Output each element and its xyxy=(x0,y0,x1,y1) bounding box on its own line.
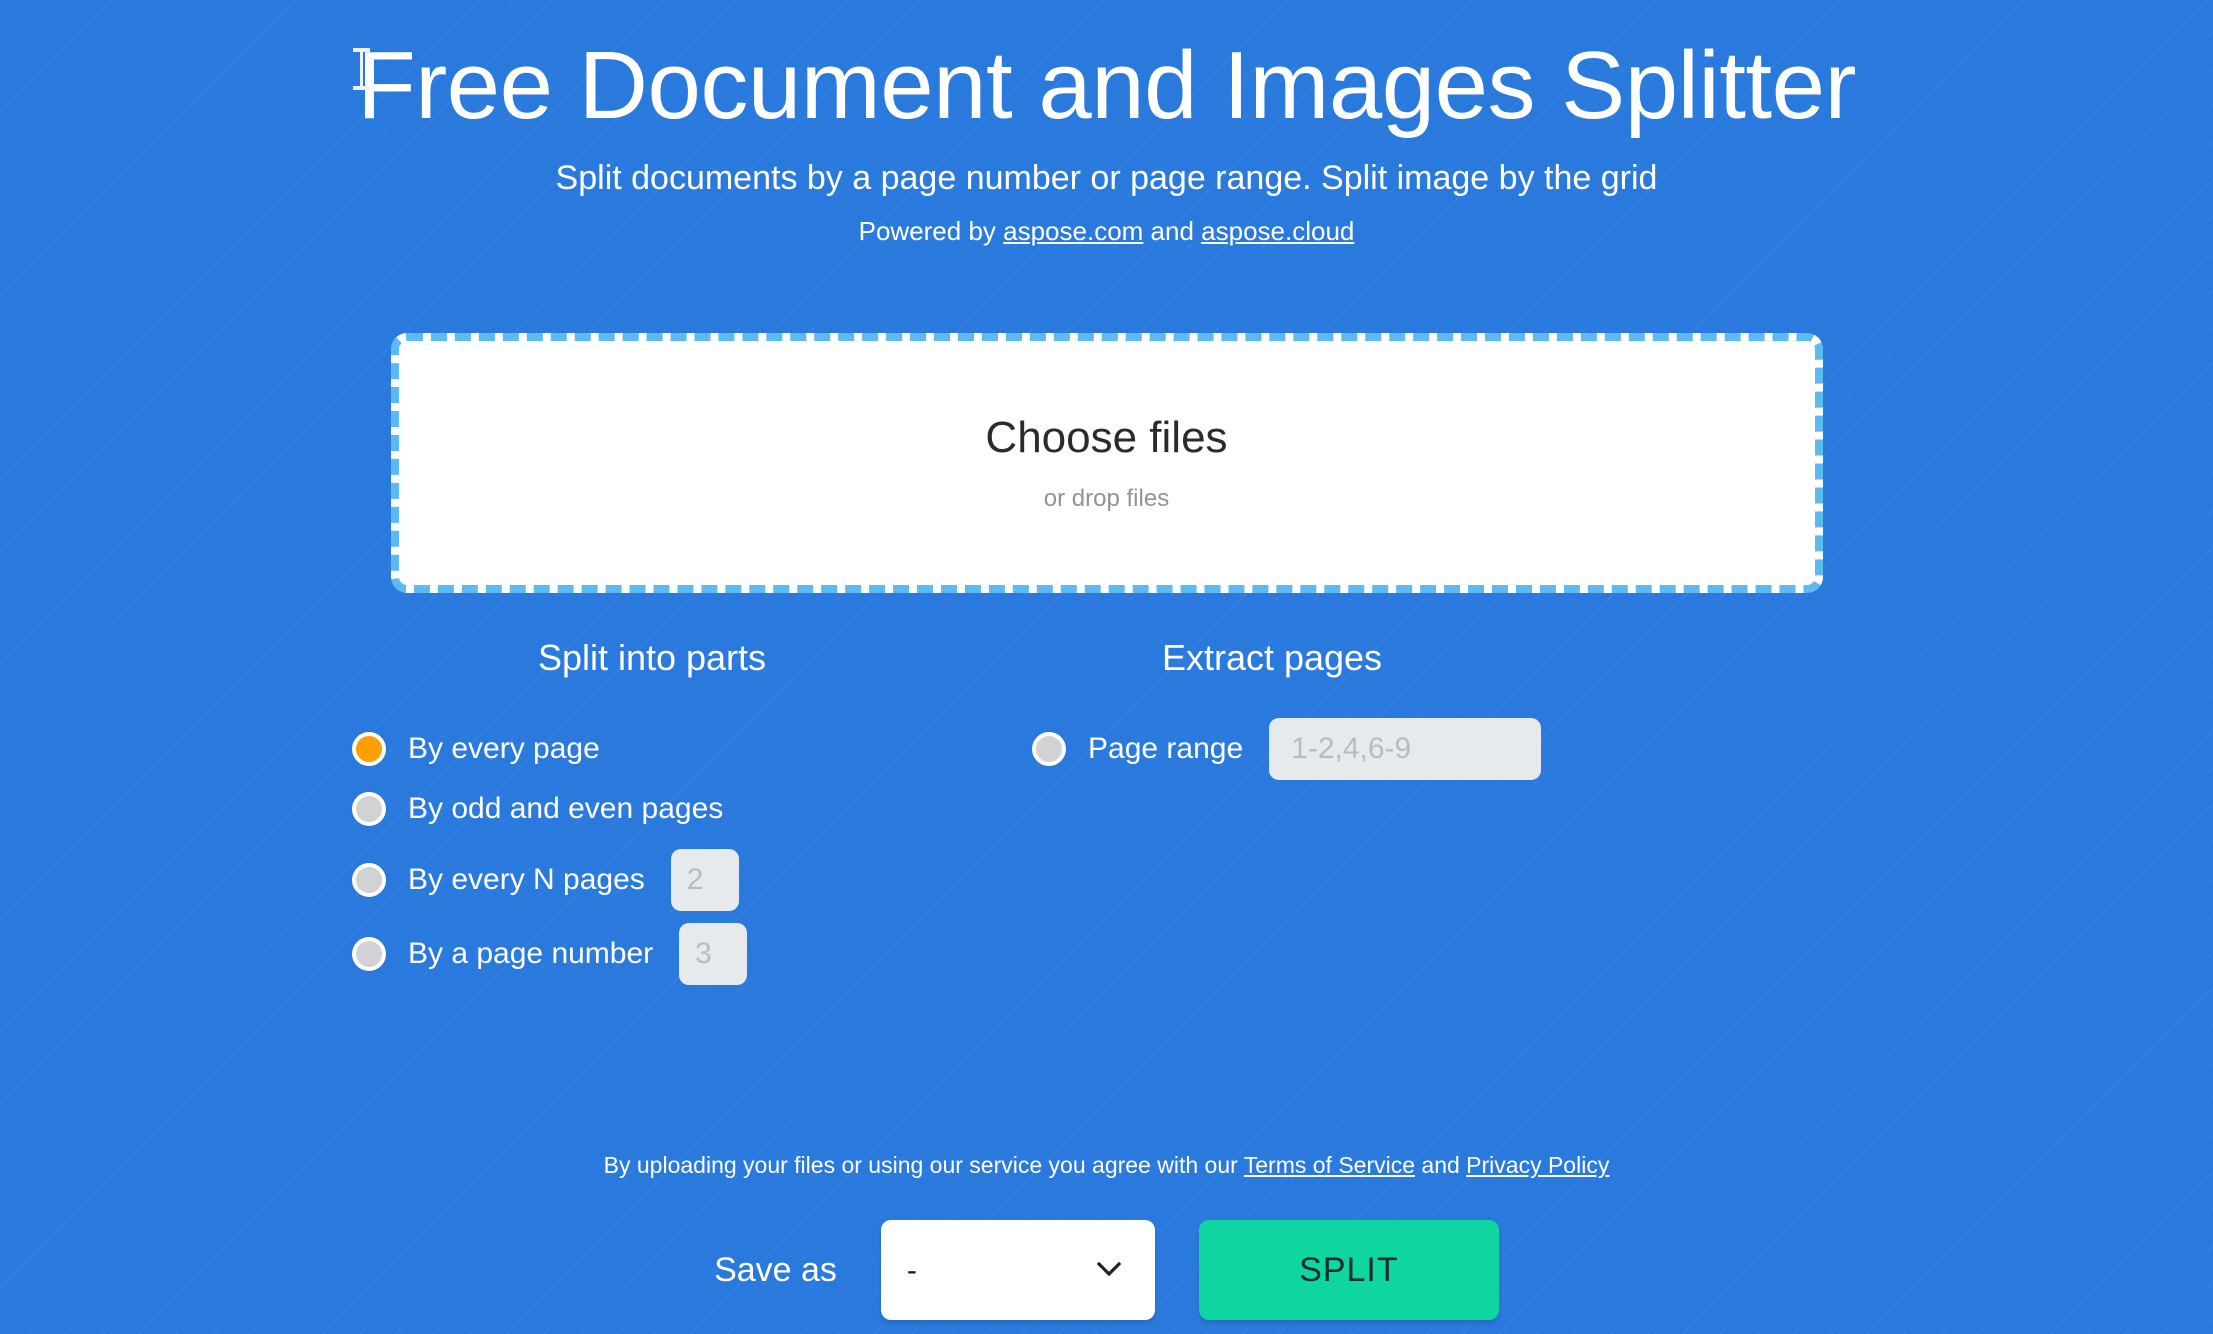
powered-by-prefix: Powered by xyxy=(858,215,1004,246)
bottom-action-bar: Save as - SPLIT Google Sheets Mail Merge xyxy=(0,1206,2213,1334)
radio-icon-by-every-n-pages[interactable] xyxy=(352,862,386,897)
extract-pages-section: Extract pages Page range xyxy=(1022,637,1682,991)
radio-label-by-a-page-number[interactable]: By a page number xyxy=(408,937,653,971)
radio-option-by-odd-and-even-pages[interactable]: By odd and even pages xyxy=(352,783,1022,835)
radio-label-page-range[interactable]: Page range xyxy=(1088,732,1243,766)
radio-label-by-every-n-pages[interactable]: By every N pages xyxy=(408,863,645,897)
terms-prefix: By uploading your files or using our ser… xyxy=(603,1152,1244,1178)
page-subtitle: Split documents by a page number or page… xyxy=(555,158,1658,197)
radio-option-by-a-page-number[interactable]: By a page number xyxy=(352,917,1022,991)
page-number-input[interactable] xyxy=(679,922,748,985)
radio-label-by-every-page[interactable]: By every page xyxy=(408,732,600,766)
extract-section-heading: Extract pages xyxy=(1161,636,1383,678)
split-button[interactable]: SPLIT xyxy=(1198,1220,1499,1320)
save-as-label: Save as xyxy=(714,1250,837,1289)
privacy-policy-link[interactable]: Privacy Policy xyxy=(1466,1152,1609,1178)
radio-label-by-odd-and-even-pages[interactable]: By odd and even pages xyxy=(408,792,723,826)
powered-by-line: Powered by aspose.com and aspose.cloud xyxy=(0,216,2213,247)
radio-icon-by-a-page-number[interactable] xyxy=(352,936,386,971)
every-n-pages-input[interactable] xyxy=(670,848,739,911)
save-as-format-select[interactable]: - xyxy=(880,1220,1155,1320)
options-area: Split into parts By every page By odd an… xyxy=(0,637,2213,991)
radio-icon-by-every-page[interactable] xyxy=(352,731,386,766)
radio-icon-page-range[interactable] xyxy=(1032,731,1066,766)
terms-conjunction: and xyxy=(1415,1152,1467,1178)
bottom-center-controls: Save as - SPLIT xyxy=(0,1206,2213,1334)
page-title: Free Document and Images Splitter xyxy=(357,32,1856,139)
file-dropzone[interactable]: Choose files or drop files xyxy=(390,332,1823,593)
split-section-heading: Split into parts xyxy=(537,636,767,678)
radio-icon-by-odd-and-even-pages[interactable] xyxy=(352,791,386,826)
aspose-com-link[interactable]: aspose.com xyxy=(1003,216,1143,246)
radio-option-page-range[interactable]: Page range xyxy=(1032,717,1682,780)
radio-option-by-every-page[interactable]: By every page xyxy=(352,723,1022,775)
terms-of-service-link[interactable]: Terms of Service xyxy=(1244,1152,1415,1178)
choose-files-label[interactable]: Choose files xyxy=(985,413,1227,463)
format-select-wrapper[interactable]: - xyxy=(880,1220,1155,1320)
page-header: Free Document and Images Splitter Split … xyxy=(0,0,2213,247)
split-into-parts-section: Split into parts By every page By odd an… xyxy=(352,637,1022,991)
drop-files-hint: or drop files xyxy=(1043,484,1170,512)
dropzone-container: Choose files or drop files xyxy=(0,332,2213,593)
powered-by-conjunction: and xyxy=(1143,215,1202,246)
terms-notice: By uploading your files or using our ser… xyxy=(0,1152,2213,1179)
aspose-cloud-link[interactable]: aspose.cloud xyxy=(1201,216,1354,246)
page-range-input[interactable] xyxy=(1269,717,1542,780)
radio-option-by-every-n-pages[interactable]: By every N pages xyxy=(352,843,1022,917)
